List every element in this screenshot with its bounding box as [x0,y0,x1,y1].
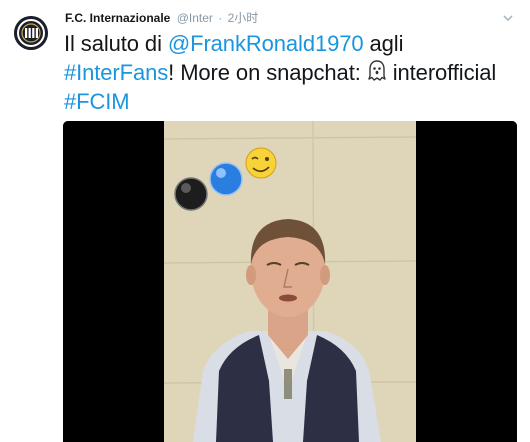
tweet-header: F.C. Internazionale @Inter · 2小时 [65,11,258,25]
hashtag-interfans[interactable]: #InterFans [64,60,168,85]
video-frame [63,121,517,442]
tweet-timestamp[interactable]: 2小时 [228,11,259,25]
tweet-text: Il saluto di @FrankRonald1970 agli #Inte… [64,29,516,116]
mention-link[interactable]: @FrankRonald1970 [168,31,364,56]
author-handle[interactable]: @Inter [177,11,213,25]
inter-crest-icon[interactable] [14,16,48,50]
tweet-card: F.C. Internazionale @Inter · 2小时 Il salu… [0,0,530,442]
separator-dot: · [218,11,223,25]
chevron-down-icon[interactable] [500,10,516,26]
tweet-text-part2: agli [363,31,404,56]
author-name[interactable]: F.C. Internazionale [65,11,170,25]
tweet-text-part3: ! More on snapchat: [168,60,367,85]
tweet-text-part4: interofficial [386,60,497,85]
hashtag-fcim[interactable]: #FCIM [64,89,130,114]
ghost-icon [367,60,387,82]
video-player[interactable] [63,121,517,442]
tweet-text-part1: Il saluto di [64,31,168,56]
